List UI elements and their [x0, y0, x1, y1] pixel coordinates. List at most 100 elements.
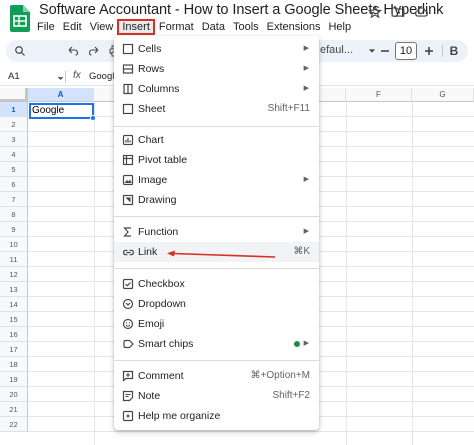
sheets-logo-icon[interactable] [10, 5, 30, 32]
cells-icon [121, 42, 135, 56]
cells-label: Cells [138, 43, 162, 55]
row-header-1[interactable]: 1 [0, 102, 28, 117]
new-feature-dot [294, 341, 300, 347]
insert-emoji-item[interactable]: Emoji [114, 314, 319, 334]
insert-sheet-item[interactable]: Sheet Shift+F11 [114, 99, 319, 119]
comment-label: Comment [138, 370, 184, 382]
row-header-20[interactable]: 20 [0, 387, 28, 402]
menu-extensions[interactable]: Extensions [263, 20, 325, 35]
row-header-12[interactable]: 12 [0, 267, 28, 282]
insert-pivot-table-item[interactable]: Pivot table [114, 150, 319, 170]
undo-icon[interactable] [65, 43, 81, 59]
smart-chips-label: Smart chips [138, 338, 194, 350]
bold-icon[interactable]: B [446, 43, 462, 59]
function-icon [121, 225, 135, 239]
column-header-a[interactable]: A [28, 88, 94, 102]
annotation-arrow [167, 250, 276, 258]
row-header-2[interactable]: 2 [0, 117, 28, 132]
select-all-corner[interactable] [0, 88, 28, 102]
pivot-table-label: Pivot table [138, 154, 188, 166]
row-header-11[interactable]: 11 [0, 252, 28, 267]
row-header-3[interactable]: 3 [0, 132, 28, 147]
star-icon[interactable] [367, 4, 383, 20]
submenu-arrow-icon: ▶ [303, 85, 309, 92]
decrease-font-size-icon[interactable] [377, 43, 393, 59]
insert-menu-dropdown: Cells ▶ Rows ▶ Columns ▶ Sheet Shift+F11… [114, 36, 319, 430]
menu-data[interactable]: Data [198, 20, 229, 35]
insert-chart-item[interactable]: Chart [114, 130, 319, 150]
submenu-arrow-icon: ▶ [303, 65, 309, 72]
insert-rows-item[interactable]: Rows ▶ [114, 59, 319, 79]
columns-label: Columns [138, 83, 180, 95]
row-header-15[interactable]: 15 [0, 312, 28, 327]
insert-checkbox-item[interactable]: Checkbox [114, 274, 319, 294]
font-family-select[interactable]: efaul... [320, 44, 353, 56]
row-header-21[interactable]: 21 [0, 402, 28, 417]
insert-comment-item[interactable]: Comment ⌘+Option+M [114, 366, 319, 386]
checkbox-icon [121, 277, 135, 291]
insert-drawing-item[interactable]: Drawing [114, 190, 319, 210]
insert-cells-item[interactable]: Cells ▶ [114, 39, 319, 59]
row-header-9[interactable]: 9 [0, 222, 28, 237]
smart-chips-icon [121, 337, 135, 351]
insert-function-item[interactable]: Function ▶ [114, 222, 319, 242]
row-header-7[interactable]: 7 [0, 192, 28, 207]
column-header-f[interactable]: F [346, 88, 412, 102]
row-header-16[interactable]: 16 [0, 327, 28, 342]
submenu-arrow-icon: ▶ [303, 340, 309, 347]
comment-icon [121, 369, 135, 383]
row-header-22[interactable]: 22 [0, 417, 28, 432]
column-header-g[interactable]: G [412, 88, 474, 102]
row-header-8[interactable]: 8 [0, 207, 28, 222]
insert-columns-item[interactable]: Columns ▶ [114, 79, 319, 99]
redo-icon[interactable] [86, 43, 102, 59]
note-shortcut: Shift+F2 [272, 390, 310, 401]
emoji-icon [121, 317, 135, 331]
function-label: Function [138, 226, 179, 238]
drawing-label: Drawing [138, 194, 177, 206]
insert-note-item[interactable]: Note Shift+F2 [114, 386, 319, 406]
increase-font-size-icon[interactable] [421, 43, 437, 59]
dropdown-icon [121, 297, 135, 311]
insert-smart-chips-item[interactable]: Smart chips ▶ [114, 334, 319, 354]
folder-move-icon[interactable] [390, 4, 406, 20]
menu-tools[interactable]: Tools [229, 20, 263, 35]
cloud-status-icon[interactable] [413, 4, 429, 20]
cell-a1[interactable]: Google [29, 103, 94, 119]
row-header-5[interactable]: 5 [0, 162, 28, 177]
menu-bar: File Edit View Insert Format Data Tools … [33, 19, 355, 35]
menu-file[interactable]: File [33, 20, 59, 35]
row-header-13[interactable]: 13 [0, 282, 28, 297]
insert-dropdown-item[interactable]: Dropdown [114, 294, 319, 314]
chart-label: Chart [138, 134, 164, 146]
emoji-label: Emoji [138, 318, 165, 330]
fill-handle[interactable] [90, 115, 96, 121]
row-header-17[interactable]: 17 [0, 342, 28, 357]
search-icon[interactable] [12, 43, 28, 59]
checkbox-label: Checkbox [138, 278, 185, 290]
pivot-table-icon [121, 153, 135, 167]
help-me-organize-icon [121, 409, 135, 423]
row-header-18[interactable]: 18 [0, 357, 28, 372]
columns-icon [121, 82, 135, 96]
row-header-10[interactable]: 10 [0, 237, 28, 252]
menu-format[interactable]: Format [155, 20, 198, 35]
sheet-icon [121, 102, 135, 116]
menu-view[interactable]: View [86, 20, 118, 35]
row-header-4[interactable]: 4 [0, 147, 28, 162]
note-label: Note [138, 390, 161, 402]
menu-insert[interactable]: Insert [117, 19, 155, 35]
insert-image-item[interactable]: Image ▶ [114, 170, 319, 190]
row-header-14[interactable]: 14 [0, 297, 28, 312]
menu-help[interactable]: Help [324, 20, 355, 35]
comment-shortcut: ⌘+Option+M [250, 370, 310, 381]
row-header-19[interactable]: 19 [0, 372, 28, 387]
name-box[interactable]: A1 [8, 71, 20, 82]
submenu-arrow-icon: ▶ [303, 228, 309, 235]
help-me-organize-label: Help me organize [138, 410, 221, 422]
font-size-input[interactable]: 10 [395, 42, 417, 60]
row-header-6[interactable]: 6 [0, 177, 28, 192]
link-icon [121, 245, 135, 259]
menu-edit[interactable]: Edit [59, 20, 86, 35]
insert-help-me-organize-item[interactable]: Help me organize [114, 406, 319, 426]
